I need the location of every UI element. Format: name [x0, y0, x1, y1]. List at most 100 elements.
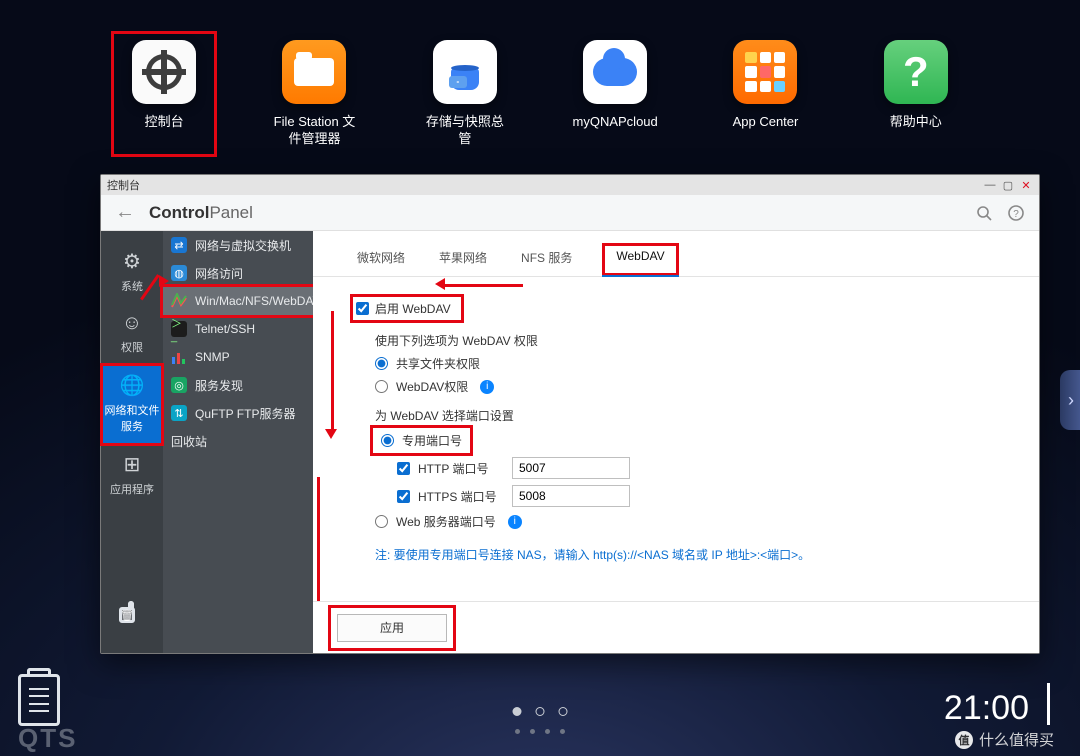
- watermark: 值什么值得买: [955, 729, 1054, 750]
- window-titlebar[interactable]: 控制台 — ▢ ✕: [101, 175, 1039, 195]
- folder-icon: [282, 40, 346, 104]
- http-port-checkbox[interactable]: [397, 462, 410, 475]
- globe-icon: 🌐: [102, 373, 162, 398]
- storage-icon: ∘: [433, 40, 497, 104]
- back-arrow-icon[interactable]: ←: [115, 201, 135, 224]
- recycle-bin-desktop-icon[interactable]: [18, 674, 60, 726]
- icon-label: App Center: [733, 114, 799, 131]
- desktop-icon-storage-snapshot[interactable]: ∘ 存储与快照总管: [421, 40, 509, 148]
- ftp-icon: ⇅: [171, 405, 187, 421]
- nav-snmp[interactable]: SNMP: [163, 343, 313, 371]
- https-port-input[interactable]: [512, 485, 630, 507]
- webserver-port-radio[interactable]: [375, 515, 388, 528]
- rail-item-system[interactable]: ⚙ 系统: [102, 241, 162, 304]
- desktop-icon-help-center[interactable]: ? 帮助中心: [872, 40, 960, 148]
- desktop-pager[interactable]: [513, 707, 568, 716]
- protocol-tabs: 微软网络 苹果网络 NFS 服务 WebDAV: [313, 231, 1039, 277]
- apply-bar: 应用: [313, 601, 1039, 653]
- nav-service-discovery[interactable]: ◎服务发现: [163, 371, 313, 399]
- tab-nfs-service[interactable]: NFS 服务: [517, 243, 576, 276]
- enable-webdav-label: 启用 WebDAV: [375, 300, 451, 317]
- radar-icon: ◎: [171, 377, 187, 393]
- desktop-pager-secondary: [515, 729, 565, 734]
- perm-shared-folder-label: 共享文件夹权限: [396, 355, 480, 372]
- nav-network-access[interactable]: ◍网络访问: [163, 259, 313, 287]
- switch-icon: ⇄: [171, 237, 187, 253]
- icon-label: 存储与快照总管: [421, 114, 509, 148]
- category-rail: ⚙ 系统 ☺ 权限 🌐 网络和文件服务 ⊞ 应用程序: [101, 231, 163, 653]
- webdav-form: 启用 WebDAV 使用下列选项为 WebDAV 权限 共享文件夹权限 WebD…: [313, 277, 1039, 653]
- bars-icon: [171, 349, 187, 365]
- help-circle-icon[interactable]: ?: [1007, 204, 1025, 222]
- http-port-label: HTTP 端口号: [418, 460, 504, 477]
- rail-item-privilege[interactable]: ☺ 权限: [102, 304, 162, 365]
- window-close-button[interactable]: ✕: [1019, 178, 1033, 192]
- tab-microsoft-networking[interactable]: 微软网络: [353, 243, 409, 276]
- desktop-icon-control-panel[interactable]: 控制台: [120, 40, 208, 148]
- nav-recycle-bin[interactable]: 🗑回收站: [163, 427, 313, 455]
- terminal-icon: ＞_: [171, 321, 187, 337]
- permission-section-label: 使用下列选项为 WebDAV 权限: [375, 332, 999, 349]
- webserver-port-label: Web 服务器端口号: [396, 513, 496, 530]
- apply-button[interactable]: 应用: [337, 614, 447, 642]
- main-panel: 微软网络 苹果网络 NFS 服务 WebDAV 启用 WebDAV 使用下列选项…: [313, 231, 1039, 653]
- window-title: 控制台: [107, 177, 140, 193]
- rail-item-applications[interactable]: ⊞ 应用程序: [102, 444, 162, 507]
- info-icon[interactable]: i: [480, 380, 494, 394]
- dedicated-port-label: 专用端口号: [402, 432, 462, 449]
- icon-label: myQNAPcloud: [573, 114, 658, 131]
- globe-icon: ◍: [171, 265, 187, 281]
- user-icon: ☺: [102, 312, 162, 335]
- trash-icon: 🗑: [119, 607, 135, 623]
- os-brand: QTS: [18, 723, 77, 754]
- webdav-note: 注: 要使用专用端口号连接 NAS，请输入 http(s)://<NAS 域名或…: [375, 546, 999, 563]
- perm-shared-folder-radio[interactable]: [375, 357, 388, 370]
- info-icon[interactable]: i: [508, 515, 522, 529]
- perm-webdav-label: WebDAV权限: [396, 378, 468, 395]
- settings-nav: ⇄网络与虚拟交换机 ◍网络访问 Win/Mac/NFS/WebDAV ＞_Tel…: [163, 231, 313, 653]
- icon-label: 帮助中心: [890, 114, 942, 131]
- desktop-icons: 控制台 File Station 文件管理器 ∘ 存储与快照总管 myQNAPc…: [0, 40, 1080, 148]
- apply-highlight: 应用: [331, 608, 453, 648]
- perm-webdav-radio[interactable]: [375, 380, 388, 393]
- protocols-icon: [171, 293, 187, 309]
- tab-apple-networking[interactable]: 苹果网络: [435, 243, 491, 276]
- window-maximize-button[interactable]: ▢: [1001, 178, 1015, 192]
- http-port-input[interactable]: [512, 457, 630, 479]
- dedicated-port-radio[interactable]: [381, 434, 394, 447]
- icon-label: 控制台: [145, 114, 184, 131]
- control-panel-window: 控制台 — ▢ ✕ ← ControlPanel ? ⚙ 系统 ☺ 权限 🌐: [100, 174, 1040, 654]
- rail-label: 权限: [121, 342, 143, 354]
- nav-quftp[interactable]: ⇅QuFTP FTP服务器: [163, 399, 313, 427]
- desktop-icon-app-center[interactable]: App Center: [721, 40, 809, 148]
- enable-webdav-checkbox[interactable]: [356, 302, 369, 315]
- search-icon[interactable]: [975, 204, 993, 222]
- rail-label: 应用程序: [110, 484, 154, 496]
- icon-label: File Station 文件管理器: [270, 114, 358, 148]
- apps-icon: ⊞: [102, 452, 162, 477]
- svg-text:?: ?: [1013, 209, 1019, 220]
- window-minimize-button[interactable]: —: [983, 178, 997, 192]
- nav-telnet-ssh[interactable]: ＞_Telnet/SSH: [163, 315, 313, 343]
- desktop-icon-myqnapcloud[interactable]: myQNAPcloud: [571, 40, 659, 148]
- desktop-next-page-button[interactable]: ›: [1060, 370, 1080, 430]
- https-port-checkbox[interactable]: [397, 490, 410, 503]
- rail-label: 网络和文件服务: [105, 405, 160, 433]
- gear-icon: ⚙: [102, 249, 162, 274]
- window-header: ← ControlPanel ?: [101, 195, 1039, 231]
- rail-item-network-file-services[interactable]: 🌐 网络和文件服务: [102, 365, 162, 444]
- watermark-badge-icon: 值: [955, 731, 973, 749]
- breadcrumb-title: ControlPanel: [149, 203, 253, 223]
- clock: 21:00: [944, 683, 1050, 728]
- desktop-icon-file-station[interactable]: File Station 文件管理器: [270, 40, 358, 148]
- https-port-label: HTTPS 端口号: [418, 488, 504, 505]
- nav-network-vswitch[interactable]: ⇄网络与虚拟交换机: [163, 231, 313, 259]
- port-section-label: 为 WebDAV 选择端口设置: [375, 407, 999, 424]
- tab-webdav[interactable]: WebDAV: [602, 243, 678, 276]
- cloud-icon: [583, 40, 647, 104]
- apps-grid-icon: [733, 40, 797, 104]
- enable-webdav-row: 启用 WebDAV: [353, 297, 461, 320]
- gear-icon: [132, 40, 196, 104]
- nav-win-mac-nfs-webdav[interactable]: Win/Mac/NFS/WebDAV: [163, 287, 313, 315]
- rail-label: 系统: [121, 281, 143, 293]
